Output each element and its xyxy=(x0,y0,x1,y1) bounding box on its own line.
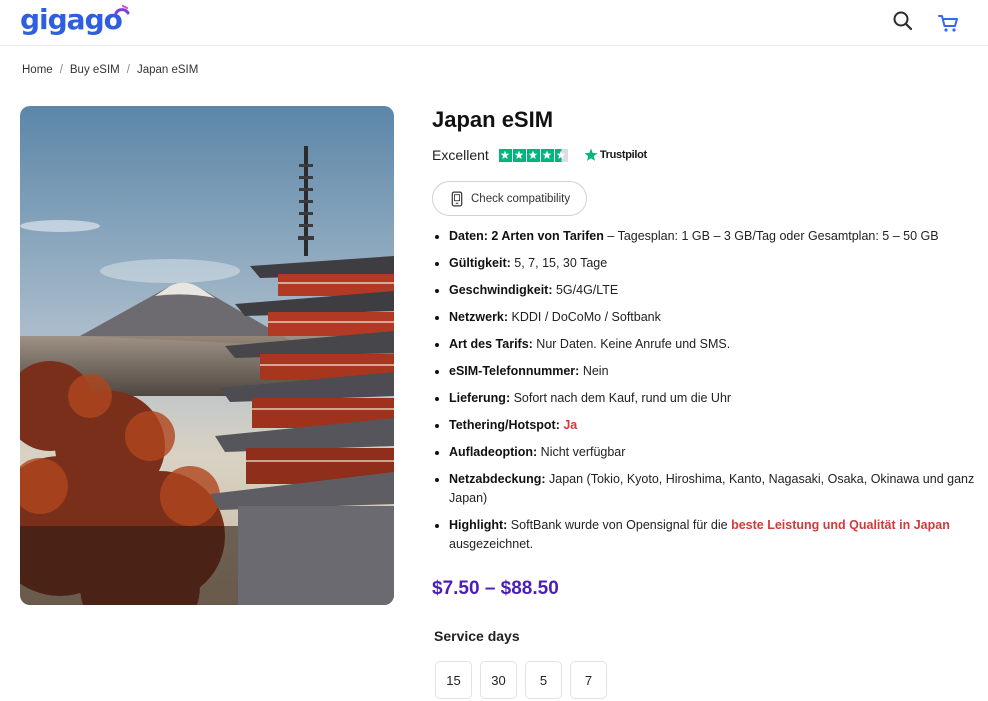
rating-label: Excellent xyxy=(432,147,489,163)
rating-row: Excellent Trustpilot xyxy=(432,145,977,165)
logo-signal-icon xyxy=(114,5,130,15)
star-icon xyxy=(526,148,540,162)
star-icon xyxy=(498,148,512,162)
feature-plan-type: Art des Tarifs: Nur Daten. Keine Anrufe … xyxy=(432,335,977,354)
gigago-logo[interactable]: gigago xyxy=(20,2,140,38)
service-days-options: 15 30 5 7 xyxy=(435,661,607,699)
price-range: $7.50 – $88.50 xyxy=(432,578,559,599)
search-button[interactable] xyxy=(890,8,916,34)
service-day-option[interactable]: 7 xyxy=(570,661,607,699)
check-compatibility-button[interactable]: Check compatibility xyxy=(432,181,588,216)
site-header: gigago xyxy=(0,0,988,46)
trustpilot-badge[interactable]: Trustpilot xyxy=(584,148,647,162)
cart-icon xyxy=(938,15,958,32)
service-days-label: Service days xyxy=(434,628,520,644)
feature-tethering: Tethering/Hotspot: Ja xyxy=(432,416,977,435)
logo-text: gigago xyxy=(20,3,123,36)
rating-stars xyxy=(498,148,568,162)
feature-delivery: Lieferung: Sofort nach dem Kauf, rund um… xyxy=(432,389,977,408)
trustpilot-star-icon xyxy=(584,148,598,161)
half-star-icon xyxy=(554,148,568,162)
breadcrumb-buy-esim[interactable]: Buy eSIM xyxy=(70,64,120,76)
feature-phone-number: eSIM-Telefonnummer: Nein xyxy=(432,362,977,381)
product-title: Japan eSIM xyxy=(432,107,554,132)
star-icon xyxy=(512,148,526,162)
feature-validity: Gültigkeit: 5, 7, 15, 30 Tage xyxy=(432,254,977,273)
feature-topup: Aufladeoption: Nicht verfügbar xyxy=(432,443,977,462)
feature-highlight: Highlight: SoftBank wurde von Opensignal… xyxy=(432,516,977,554)
breadcrumb-separator: / xyxy=(126,64,130,76)
service-day-option[interactable]: 15 xyxy=(435,661,472,699)
service-day-option[interactable]: 30 xyxy=(480,661,517,699)
cart-button[interactable] xyxy=(934,8,962,36)
phone-icon xyxy=(451,191,463,206)
trustpilot-label: Trustpilot xyxy=(599,149,647,161)
product-image xyxy=(20,106,394,605)
product-info: Japan eSIM Excellent Trustpilot Check co… xyxy=(432,104,977,562)
check-compatibility-label: Check compatibility xyxy=(471,192,571,205)
feature-speed: Geschwindigkeit: 5G/4G/LTE xyxy=(432,281,977,300)
feature-data: Daten: 2 Arten von Tarifen – Tagesplan: … xyxy=(432,227,977,246)
search-icon xyxy=(893,11,913,31)
breadcrumb: Home / Buy eSIM / Japan eSIM xyxy=(22,64,198,76)
feature-list: Daten: 2 Arten von Tarifen – Tagesplan: … xyxy=(432,227,977,554)
feature-network: Netzwerk: KDDI / DoCoMo / Softbank xyxy=(432,308,977,327)
breadcrumb-current: Japan eSIM xyxy=(136,64,199,76)
breadcrumb-home[interactable]: Home xyxy=(22,64,53,76)
service-day-option[interactable]: 5 xyxy=(525,661,562,699)
pagoda-illustration xyxy=(20,106,394,605)
feature-coverage: Netzabdeckung: Japan (Tokio, Kyoto, Hiro… xyxy=(432,470,977,508)
star-icon xyxy=(540,148,554,162)
breadcrumb-separator: / xyxy=(59,64,63,76)
